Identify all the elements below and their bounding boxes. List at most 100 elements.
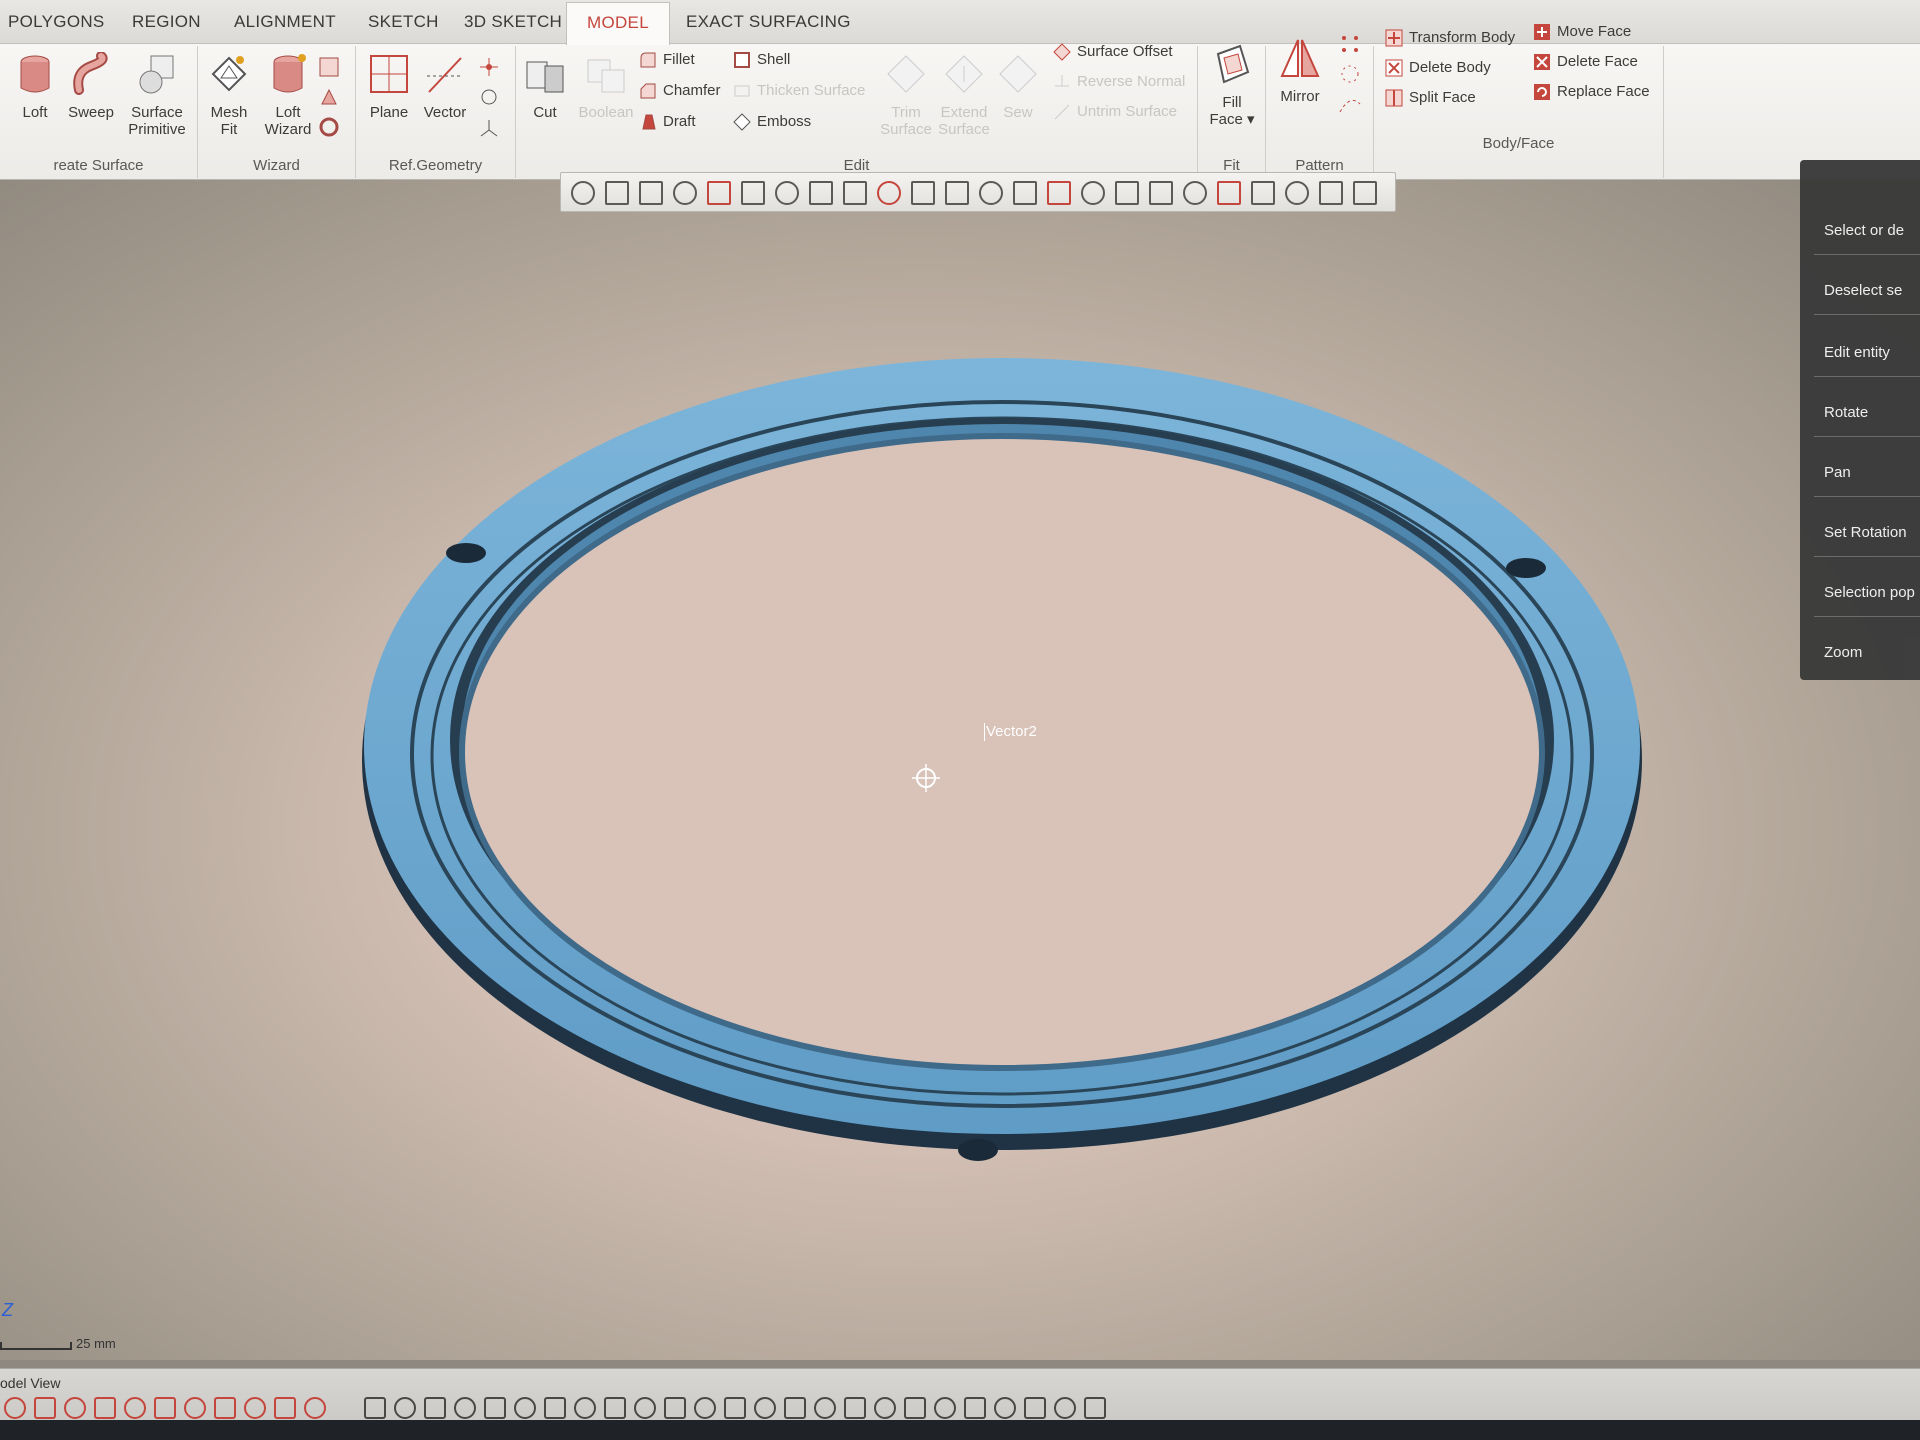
- view-tool-icon[interactable]: [707, 181, 731, 205]
- view-tool-icon[interactable]: [1251, 181, 1275, 205]
- transform-body-button[interactable]: Transform Body: [1384, 26, 1515, 50]
- shell-button[interactable]: Shell: [732, 48, 790, 72]
- move-point-icon[interactable]: [478, 86, 500, 108]
- view-tool-icon[interactable]: [911, 181, 935, 205]
- tab-region[interactable]: REGION: [132, 12, 201, 32]
- delete-body-button[interactable]: Delete Body: [1384, 56, 1491, 80]
- view-tool-icon[interactable]: [1081, 181, 1105, 205]
- bottom-tool-icon[interactable]: [184, 1397, 206, 1419]
- bolt-hole-right[interactable]: [1506, 558, 1546, 578]
- vector-label[interactable]: Vector2: [984, 723, 1037, 741]
- bottom-tool-icon[interactable]: [4, 1397, 26, 1419]
- wizard-small-icon-1[interactable]: [318, 56, 340, 78]
- menu-select[interactable]: Select or de: [1824, 222, 1904, 239]
- mirror-button[interactable]: Mirror: [1272, 36, 1328, 105]
- loft-wizard-button[interactable]: Loft Wizard: [260, 52, 316, 138]
- bottom-tool-icon[interactable]: [154, 1397, 176, 1419]
- model-view-tab[interactable]: odel View: [0, 1375, 60, 1391]
- reverse-normal-button[interactable]: Reverse Normal: [1052, 70, 1185, 94]
- view-tool-icon[interactable]: [571, 181, 595, 205]
- view-tool-icon[interactable]: [843, 181, 867, 205]
- bottom-tool-icon[interactable]: [994, 1397, 1016, 1419]
- linear-pattern-icon[interactable]: [1338, 32, 1362, 56]
- bottom-tool-icon[interactable]: [964, 1397, 986, 1419]
- cut-button[interactable]: Cut: [520, 52, 570, 121]
- sew-button[interactable]: Sew: [996, 52, 1040, 121]
- view-tool-icon[interactable]: [1013, 181, 1037, 205]
- bottom-tool-icon[interactable]: [604, 1397, 626, 1419]
- bottom-tool-icon[interactable]: [784, 1397, 806, 1419]
- view-tool-icon[interactable]: [1047, 181, 1071, 205]
- bottom-tool-icon[interactable]: [514, 1397, 536, 1419]
- split-face-button[interactable]: Split Face: [1384, 86, 1476, 110]
- menu-rotate[interactable]: Rotate: [1824, 404, 1868, 421]
- view-tool-icon[interactable]: [1217, 181, 1241, 205]
- view-tool-icon[interactable]: [1319, 181, 1343, 205]
- plane-button[interactable]: Plane: [364, 52, 414, 121]
- bottom-tool-icon[interactable]: [124, 1397, 146, 1419]
- view-tool-icon[interactable]: [877, 181, 901, 205]
- menu-set-rotation[interactable]: Set Rotation: [1824, 524, 1907, 541]
- replace-face-button[interactable]: Replace Face: [1532, 80, 1650, 104]
- curve-pattern-icon[interactable]: [1338, 92, 1362, 116]
- tab-exact-surfacing[interactable]: EXACT SURFACING: [686, 12, 851, 32]
- loft-button[interactable]: Loft: [10, 52, 60, 121]
- tab-model[interactable]: MODEL: [566, 2, 670, 45]
- view-tool-icon[interactable]: [1149, 181, 1173, 205]
- circular-pattern-icon[interactable]: [1338, 62, 1362, 86]
- bottom-tool-icon[interactable]: [574, 1397, 596, 1419]
- thicken-surface-button[interactable]: Thicken Surface: [732, 79, 865, 103]
- chamfer-button[interactable]: Chamfer: [638, 79, 721, 103]
- delete-face-button[interactable]: Delete Face: [1532, 50, 1638, 74]
- view-tool-icon[interactable]: [1115, 181, 1139, 205]
- bottom-tool-icon[interactable]: [934, 1397, 956, 1419]
- vector-button[interactable]: Vector: [420, 52, 470, 121]
- bottom-tool-icon[interactable]: [844, 1397, 866, 1419]
- move-face-button[interactable]: Move Face: [1532, 20, 1631, 44]
- bottom-tool-icon[interactable]: [814, 1397, 836, 1419]
- draft-button[interactable]: Draft: [638, 110, 696, 134]
- bottom-tool-icon[interactable]: [274, 1397, 296, 1419]
- menu-pan[interactable]: Pan: [1824, 464, 1851, 481]
- ring-model[interactable]: [0, 180, 1920, 1360]
- view-tool-icon[interactable]: [979, 181, 1003, 205]
- menu-edit-entity[interactable]: Edit entity: [1824, 344, 1890, 361]
- sweep-button[interactable]: Sweep: [66, 52, 116, 121]
- bottom-tool-icon[interactable]: [1084, 1397, 1106, 1419]
- view-tool-icon[interactable]: [775, 181, 799, 205]
- wizard-small-icon-3[interactable]: [318, 116, 340, 138]
- bottom-tool-icon[interactable]: [34, 1397, 56, 1419]
- trim-surface-button[interactable]: Trim Surface: [880, 52, 932, 138]
- bottom-tool-icon[interactable]: [394, 1397, 416, 1419]
- menu-deselect[interactable]: Deselect se: [1824, 282, 1902, 299]
- view-tool-icon[interactable]: [809, 181, 833, 205]
- bottom-tool-icon[interactable]: [94, 1397, 116, 1419]
- fillet-button[interactable]: Fillet: [638, 48, 695, 72]
- bottom-tool-icon[interactable]: [634, 1397, 656, 1419]
- bottom-tool-icon[interactable]: [754, 1397, 776, 1419]
- view-tool-icon[interactable]: [1183, 181, 1207, 205]
- tab-sketch[interactable]: SKETCH: [368, 12, 439, 32]
- bottom-tool-icon[interactable]: [304, 1397, 326, 1419]
- tab-alignment[interactable]: ALIGNMENT: [234, 12, 336, 32]
- view-tool-icon[interactable]: [639, 181, 663, 205]
- view-tool-icon[interactable]: [1285, 181, 1309, 205]
- bottom-tool-icon[interactable]: [424, 1397, 446, 1419]
- tab-polygons[interactable]: POLYGONS: [8, 12, 105, 32]
- view-tool-icon[interactable]: [741, 181, 765, 205]
- boolean-button[interactable]: Boolean: [576, 52, 636, 121]
- bottom-tool-icon[interactable]: [544, 1397, 566, 1419]
- point-icon[interactable]: [478, 56, 500, 78]
- emboss-button[interactable]: Emboss: [732, 110, 811, 134]
- bottom-tool-icon[interactable]: [364, 1397, 386, 1419]
- bottom-tool-icon[interactable]: [1024, 1397, 1046, 1419]
- bottom-tool-icon[interactable]: [904, 1397, 926, 1419]
- 3d-viewport[interactable]: Vector2: [0, 180, 1920, 1360]
- view-tool-icon[interactable]: [1353, 181, 1377, 205]
- view-tool-icon[interactable]: [605, 181, 629, 205]
- bottom-tool-icon[interactable]: [1054, 1397, 1076, 1419]
- surface-offset-button[interactable]: Surface Offset: [1052, 40, 1173, 64]
- bottom-tool-icon[interactable]: [874, 1397, 896, 1419]
- bottom-tool-icon[interactable]: [454, 1397, 476, 1419]
- tab-3d-sketch[interactable]: 3D SKETCH: [464, 12, 562, 32]
